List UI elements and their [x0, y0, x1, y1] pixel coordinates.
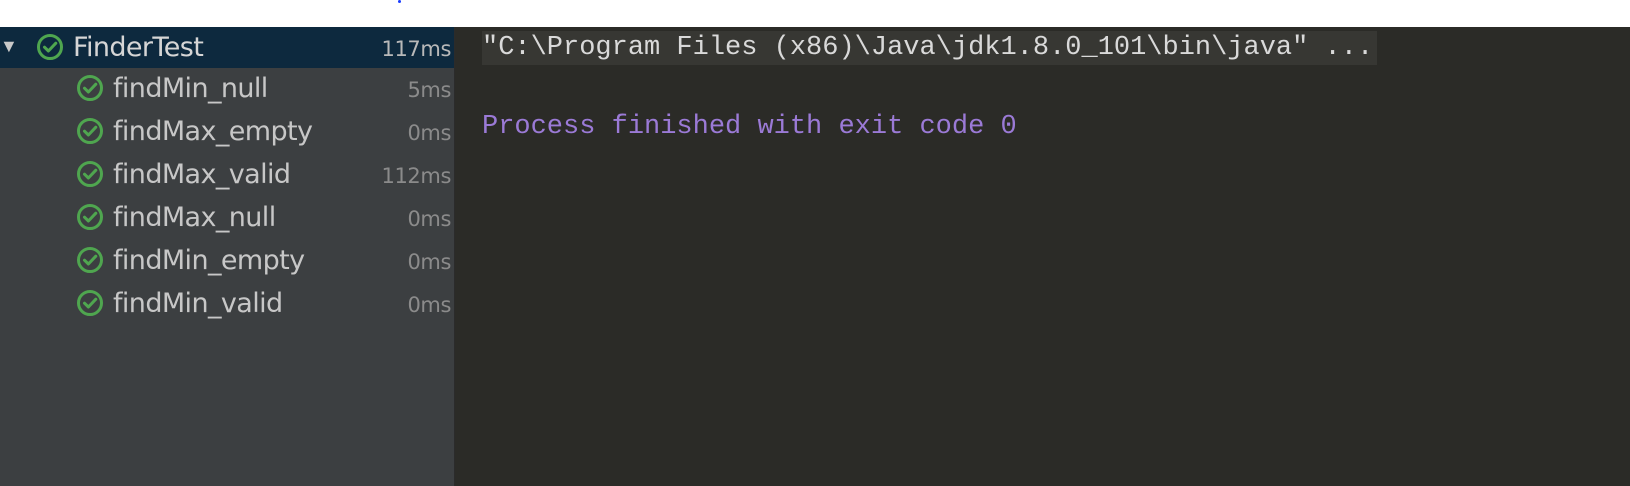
console-output[interactable]: "C:\Program Files (x86)\Java\jdk1.8.0_10… [455, 27, 1630, 486]
check-circle-icon [77, 204, 103, 230]
tree-time-findmax-null: 0ms [407, 207, 451, 231]
check-circle-icon [37, 34, 63, 60]
tree-label-findmin-empty: findMin_empty [113, 245, 305, 276]
tree-row-findmax-empty[interactable]: findMax_empty 0ms [0, 111, 454, 152]
tree-row-findmin-valid[interactable]: findMin_valid 0ms [0, 283, 454, 324]
top-strip [0, 0, 1630, 27]
tree-label-findmin-null: findMin_null [113, 73, 268, 104]
console-command-line[interactable]: "C:\Program Files (x86)\Java\jdk1.8.0_10… [482, 31, 1378, 65]
tree-time-findmax-empty: 0ms [407, 121, 451, 145]
top-marker [398, 0, 401, 3]
tree-label-findmax-null: findMax_null [113, 202, 276, 233]
tree-row-findmax-null[interactable]: findMax_null 0ms [0, 197, 454, 238]
check-circle-icon [77, 161, 103, 187]
tree-row-findmin-empty[interactable]: findMin_empty 0ms [0, 240, 454, 281]
tree-row-findertest[interactable]: ▼ FinderTest 117ms [0, 27, 454, 68]
console-exit-message: Process finished with exit code 0 [482, 112, 1017, 142]
check-circle-icon [77, 247, 103, 273]
check-circle-icon [77, 118, 103, 144]
triangle-down-icon[interactable]: ▼ [0, 36, 18, 56]
tree-time-findmin-null: 5ms [407, 78, 451, 102]
check-circle-icon [77, 290, 103, 316]
tree-time-findertest: 117ms [381, 37, 452, 61]
test-results-tree: ▼ FinderTest 117ms findMin_null 5ms find… [0, 27, 454, 486]
tree-label-findmax-valid: findMax_valid [113, 159, 291, 190]
tree-row-findmax-valid[interactable]: findMax_valid 112ms [0, 154, 454, 195]
tree-label-findertest: FinderTest [73, 32, 204, 63]
tree-time-findmin-empty: 0ms [407, 250, 451, 274]
tree-time-findmax-valid: 112ms [381, 164, 452, 188]
tree-label-findmax-empty: findMax_empty [113, 116, 313, 147]
tree-row-findmin-null[interactable]: findMin_null 5ms [0, 68, 454, 109]
tree-time-findmin-valid: 0ms [407, 293, 451, 317]
check-circle-icon [77, 75, 103, 101]
tree-label-findmin-valid: findMin_valid [113, 288, 283, 319]
